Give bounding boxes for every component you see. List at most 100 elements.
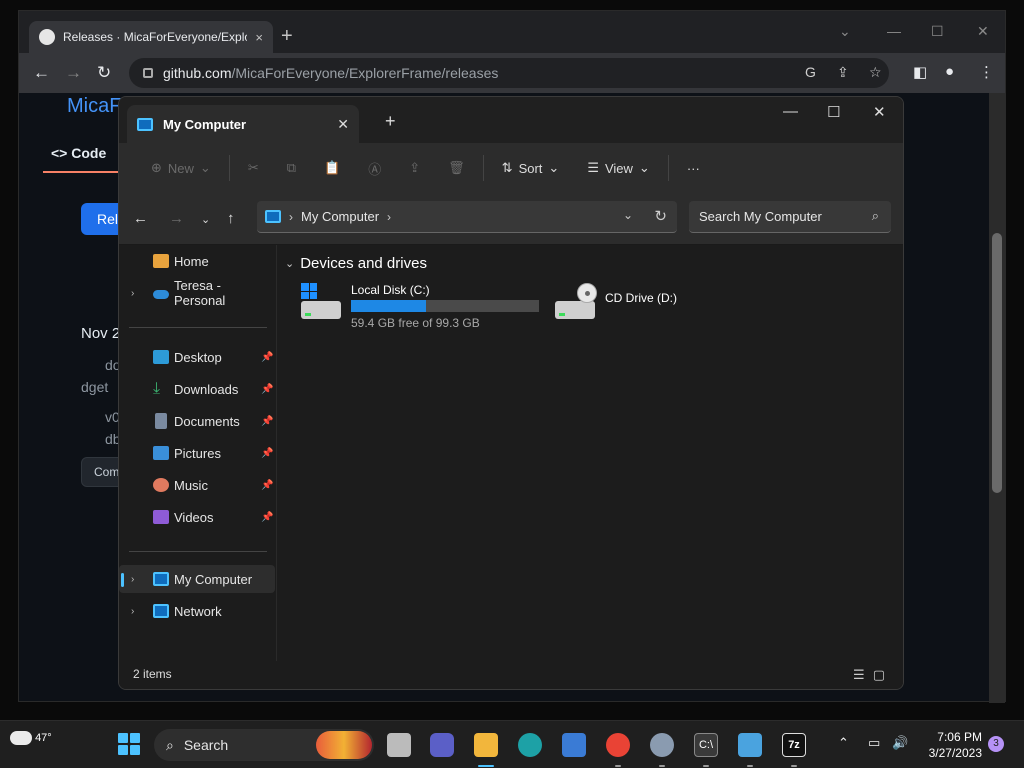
- address-bar[interactable]: › My Computer › ⌄ ↻: [257, 201, 677, 233]
- drive-c[interactable]: Local Disk (C:) 59.4 GB free of 99.3 GB: [299, 283, 539, 330]
- nav-item-network[interactable]: › Network: [119, 597, 275, 625]
- nav-item-downloads[interactable]: ⤓ Downloads 📌: [119, 375, 275, 403]
- group-header-devices[interactable]: ⌄ Devices and drives: [285, 255, 427, 272]
- code-tab-underline: [43, 171, 119, 173]
- chevron-right-icon[interactable]: ›: [131, 606, 134, 617]
- back-button[interactable]: ←: [133, 210, 148, 227]
- cut-button[interactable]: ✂: [234, 160, 273, 176]
- delete-button[interactable]: 🗑: [434, 160, 479, 176]
- chrome-icon[interactable]: [606, 733, 630, 757]
- nav-item-music[interactable]: Music 📌: [119, 471, 275, 499]
- browser-tab-releases[interactable]: Releases · MicaForEveryone/ExplorerFrame…: [29, 21, 273, 53]
- weather-widget[interactable]: 47°: [10, 731, 52, 745]
- computer-icon: [265, 210, 281, 223]
- details-view-icon[interactable]: ☰: [853, 667, 873, 682]
- chevron-down-icon[interactable]: ⌄: [285, 257, 294, 270]
- side-panel-icon[interactable]: ◧: [913, 63, 927, 81]
- settings-icon[interactable]: [650, 733, 674, 757]
- more-icon: ···: [686, 160, 700, 176]
- close-tab-icon[interactable]: ✕: [337, 116, 349, 133]
- terminal-icon[interactable]: C:\: [694, 733, 718, 757]
- volume-icon[interactable]: 🔊: [892, 735, 908, 751]
- tab-search-icon[interactable]: ⌄: [839, 23, 851, 40]
- 7zip-icon[interactable]: 7z: [782, 733, 806, 757]
- explorer-close-button[interactable]: ✕: [873, 103, 886, 121]
- explorer-maximize-button[interactable]: ☐: [827, 103, 840, 121]
- store-icon[interactable]: [562, 733, 586, 757]
- google-icon[interactable]: G: [805, 64, 816, 80]
- chevron-right-icon[interactable]: ›: [131, 288, 134, 299]
- minimize-button[interactable]: —: [887, 23, 901, 39]
- menu-icon[interactable]: ⋮: [979, 63, 994, 81]
- tiles-view-icon[interactable]: ▢: [873, 667, 893, 682]
- sort-button[interactable]: ⇅ Sort ⌄: [488, 160, 574, 176]
- maximize-button[interactable]: ☐: [931, 23, 944, 40]
- forward-button[interactable]: →: [169, 210, 184, 227]
- release-text: dget: [81, 379, 109, 395]
- chat-icon[interactable]: [430, 733, 454, 757]
- start-button[interactable]: [118, 733, 140, 755]
- share-icon: ⇪: [409, 160, 421, 175]
- nav-label: Pictures: [174, 445, 221, 461]
- divider: [129, 327, 267, 328]
- explorer-tab-title: My Computer: [163, 116, 247, 132]
- chevron-right-icon[interactable]: ›: [131, 574, 134, 585]
- nav-item-home[interactable]: Home: [119, 247, 275, 275]
- explorer-new-tab-button[interactable]: +: [385, 111, 396, 132]
- search-input[interactable]: Search My Computer ⌕: [689, 201, 891, 233]
- task-view-icon[interactable]: [387, 733, 411, 757]
- explorer-minimize-button[interactable]: —: [783, 103, 798, 120]
- new-tab-button[interactable]: +: [281, 25, 293, 48]
- nav-item-onedrive[interactable]: › Teresa - Personal: [119, 278, 275, 308]
- chevron-right-icon[interactable]: ›: [387, 210, 391, 224]
- back-button[interactable]: ←: [33, 63, 50, 83]
- refresh-icon[interactable]: ↻: [654, 207, 667, 225]
- chevron-down-icon: ⌄: [548, 160, 560, 175]
- pin-icon: 📌: [261, 511, 274, 523]
- nav-item-videos[interactable]: Videos 📌: [119, 503, 275, 531]
- notification-badge[interactable]: 3: [988, 736, 1004, 752]
- nav-item-mycomputer[interactable]: › My Computer: [119, 565, 275, 593]
- nav-item-pictures[interactable]: Pictures 📌: [119, 439, 275, 467]
- close-window-button[interactable]: ✕: [977, 23, 989, 40]
- chevron-up-icon[interactable]: ⌃: [838, 735, 849, 751]
- breadcrumb-mycomputer[interactable]: My Computer: [301, 209, 379, 224]
- view-button[interactable]: ☰ View ⌄: [573, 160, 664, 176]
- view-toggle: ☰▢: [853, 667, 893, 683]
- network-status-icon[interactable]: ▭: [868, 735, 880, 751]
- resource-monitor-icon[interactable]: [738, 733, 762, 757]
- bookmark-star-icon[interactable]: ☆: [869, 64, 882, 81]
- rename-button[interactable]: Ⓐ: [354, 159, 395, 178]
- code-tab[interactable]: <> Code: [51, 145, 106, 161]
- explorer-tab-mycomputer[interactable]: My Computer ✕: [127, 105, 359, 143]
- more-options-button[interactable]: ···: [673, 161, 714, 176]
- taskbar-search[interactable]: ⌕ Search: [154, 729, 374, 761]
- paste-button[interactable]: 📋: [310, 160, 354, 176]
- pin-icon: 📌: [261, 351, 274, 363]
- running-indicator: [615, 765, 621, 767]
- share-icon[interactable]: ⇪: [837, 64, 849, 81]
- address-row: ← → ⌄ ↑ › My Computer › ⌄ ↻ Search My Co…: [119, 193, 903, 245]
- forward-button[interactable]: →: [65, 63, 82, 83]
- up-button[interactable]: ↑: [227, 210, 235, 227]
- address-dropdown-icon[interactable]: ⌄: [623, 208, 633, 222]
- profile-icon[interactable]: ●: [945, 63, 954, 80]
- copy-button[interactable]: ⧉: [273, 160, 310, 176]
- page-scrollbar[interactable]: [989, 93, 1005, 703]
- new-button[interactable]: ⊕ New ⌄: [137, 160, 225, 176]
- drive-d[interactable]: CD Drive (D:): [553, 283, 677, 323]
- recent-locations-icon[interactable]: ⌄: [201, 213, 210, 226]
- chevron-right-icon[interactable]: ›: [289, 210, 293, 224]
- address-bar[interactable]: github.com/MicaForEveryone/ExplorerFrame…: [129, 58, 889, 88]
- scroll-thumb[interactable]: [992, 233, 1002, 493]
- share-button[interactable]: ⇪: [395, 160, 434, 176]
- nav-item-desktop[interactable]: Desktop 📌: [119, 343, 275, 371]
- file-explorer-icon[interactable]: [474, 733, 498, 757]
- close-icon[interactable]: ×: [255, 30, 263, 45]
- windows-logo-icon: [301, 283, 317, 299]
- nav-item-documents[interactable]: Documents 📌: [119, 407, 275, 435]
- browser-tab-title: Releases · MicaForEveryone/ExplorerFrame: [63, 30, 248, 44]
- reload-button[interactable]: ↻: [97, 63, 111, 83]
- clock[interactable]: 7:06 PM 3/27/2023: [922, 729, 982, 761]
- edge-icon[interactable]: [518, 733, 542, 757]
